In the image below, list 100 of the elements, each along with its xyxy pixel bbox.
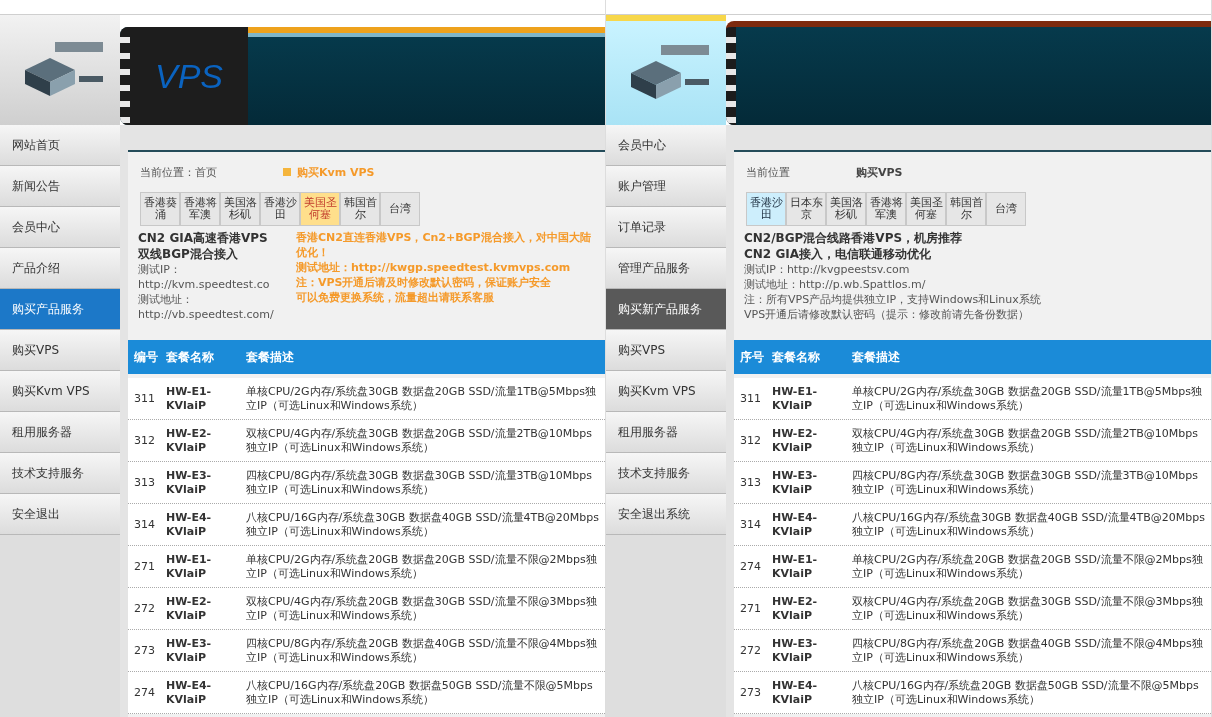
region-tab[interactable]: 美国洛杉矶 [220,192,260,226]
sidebar-item[interactable]: 技术支持服务 [0,453,120,494]
intro-heading: CN2 GIA接入，电信联通移动优化 [744,246,932,262]
table-cell-text: HW-E4-KVlaiP [166,510,213,539]
notice-text: 注：VPS开通后请及时修改默认密码，保证账户安全 [296,275,553,290]
table-cell-text: 274 [134,685,156,700]
region-tab[interactable]: 台湾 [380,192,420,226]
table-cell-text: 311 [740,391,762,406]
table-cell-text: HW-E2-KVlaiP [166,426,213,455]
sidebar-item[interactable]: 租用服务器 [606,412,726,453]
table-cell-text: HW-E1-KVlaiP [166,552,213,581]
table-cell-text: 双核CPU/4G内存/系统盘20GB 数据盘30GB SSD/流量不限@3Mbps独立IP（可选Linux和Windows系统） [246,594,598,623]
sidebar-item[interactable]: 账户管理 [606,166,726,207]
intro-heading: CN2 GIA高速香港VPS [138,230,269,246]
table-cell-text: 271 [740,601,762,616]
table-cell-text: HW-E3-KVlaiP [166,468,213,497]
table-cell-text: HW-E4-KVlaiP [772,678,819,707]
table-cell-text: 八核CPU/16G内存/系统盘30GB 数据盘40GB SSD/流量4TB@20Mbps独立IP（可选Linux和Windows系统） [852,510,1206,539]
table-cell-text: HW-E1-KVlaiP [772,552,819,581]
intro-text: 注：所有VPS产品均提供独立IP，支持Windows和Linux系统 [744,292,1042,307]
table-cell-text: 四核CPU/8G内存/系统盘30GB 数据盘30GB SSD/流量3TB@10Mbps独立IP（可选Linux和Windows系统） [246,468,594,497]
sidebar-item[interactable]: 安全退出系统 [606,494,726,535]
table-cell-text: 272 [134,601,156,616]
sidebar-item[interactable]: 购买产品服务 [0,289,120,330]
table-cell-text: 313 [740,475,762,490]
sidebar-item[interactable]: 购买新产品服务 [606,289,726,330]
table-cell-text: 272 [740,643,762,658]
table-cell-text: 311 [134,391,156,406]
intro-heading: 双线BGP混合接入 [138,246,239,262]
intro-text: VPS开通后请修改默认密码（提示：修改前请先备份数据） [744,307,1031,322]
intro-text: 测试地址：http://p.wb.Spattlos.m/ [744,277,927,292]
sidebar-item[interactable]: 会员中心 [606,125,726,166]
sidebar-item[interactable]: 订单记录 [606,207,726,248]
notice-text: 测试地址：http://kwgp.speedtest.kvmvps.com [296,260,572,275]
table-cell-text: 双核CPU/4G内存/系统盘30GB 数据盘20GB SSD/流量2TB@10Mbps独立IP（可选Linux和Windows系统） [852,426,1200,455]
table-cell-text: HW-E4-KVlaiP [772,510,819,539]
sidebar-item[interactable]: 购买VPS [0,330,120,371]
sidebar-item[interactable]: 技术支持服务 [606,453,726,494]
breadcrumb-current: 购买VPS [856,164,903,180]
region-tab[interactable]: 美国洛杉矶 [826,192,866,226]
region-tab[interactable]: 香港沙田 [260,192,300,226]
notice-text: 可以免费更换系统，流量超出请联系客服 [296,290,495,305]
table-cell-text: HW-E3-KVlaiP [772,468,819,497]
table-cell-text: 八核CPU/16G内存/系统盘30GB 数据盘40GB SSD/流量4TB@20Mbps独立IP（可选Linux和Windows系统） [246,510,600,539]
table-cell-text: 313 [134,475,156,490]
region-tab[interactable]: 美国圣何塞 [300,192,340,226]
table-cell-text: 273 [740,685,762,700]
region-tab[interactable]: 日本东京 [786,192,826,226]
table-cell-text: 四核CPU/8G内存/系统盘20GB 数据盘40GB SSD/流量不限@4Mbps独立IP（可选Linux和Windows系统） [246,636,598,665]
table-cell-text: 八核CPU/16G内存/系统盘20GB 数据盘50GB SSD/流量不限@5Mbps独立IP（可选Linux和Windows系统） [852,678,1200,707]
sidebar-item[interactable]: 购买Kvm VPS [0,371,120,412]
column-header: 套餐描述 [246,348,295,366]
sidebar-item[interactable]: 租用服务器 [0,412,120,453]
region-tab[interactable]: 香港葵涌 [140,192,180,226]
region-tab[interactable]: 香港将军澳 [180,192,220,226]
breadcrumb-text: 当前位置：首页 [140,164,217,180]
site-title: VPS [154,56,223,96]
sidebar-item[interactable]: 新闻公告 [0,166,120,207]
table-cell-text: 八核CPU/16G内存/系统盘20GB 数据盘50GB SSD/流量不限@5Mbps独立IP（可选Linux和Windows系统） [246,678,594,707]
region-tab[interactable]: 韩国首尔 [340,192,380,226]
region-tab[interactable]: 韩国首尔 [946,192,986,226]
sidebar-item[interactable]: 产品介绍 [0,248,120,289]
sidebar-item[interactable]: 购买Kvm VPS [606,371,726,412]
region-tab[interactable]: 香港将军澳 [866,192,906,226]
region-tab[interactable]: 香港沙田 [746,192,786,226]
table-cell-text: 四核CPU/8G内存/系统盘30GB 数据盘30GB SSD/流量3TB@10Mbps独立IP（可选Linux和Windows系统） [852,468,1200,497]
intro-text: 测试IP：http://kvgpeestsv.com [744,262,911,277]
table-cell-text: 四核CPU/8G内存/系统盘20GB 数据盘40GB SSD/流量不限@4Mbps独立IP（可选Linux和Windows系统） [852,636,1204,665]
table-cell-text: 双核CPU/4G内存/系统盘30GB 数据盘20GB SSD/流量2TB@10Mbps独立IP（可选Linux和Windows系统） [246,426,594,455]
sidebar-item[interactable]: 网站首页 [0,125,120,166]
table-cell-text: 单核CPU/2G内存/系统盘30GB 数据盘20GB SSD/流量1TB@5Mbps独立IP（可选Linux和Windows系统） [246,384,598,413]
sidebar-item[interactable]: 会员中心 [0,207,120,248]
table-cell-text: 314 [134,517,156,532]
table-cell-text: 双核CPU/4G内存/系统盘20GB 数据盘30GB SSD/流量不限@3Mbps独立IP（可选Linux和Windows系统） [852,594,1204,623]
table-cell-text: HW-E2-KVlaiP [772,426,819,455]
column-header: 套餐名称 [772,348,821,366]
table-cell-text: HW-E3-KVlaiP [166,636,213,665]
table-cell-text: HW-E1-KVlaiP [772,384,819,413]
table-cell-text: 单核CPU/2G内存/系统盘20GB 数据盘20GB SSD/流量不限@2Mbps独立IP（可选Linux和Windows系统） [852,552,1204,581]
table-cell-text: 314 [740,517,762,532]
breadcrumb-text: 当前位置 [746,164,790,180]
sidebar-item[interactable]: 购买VPS [606,330,726,371]
sidebar-item[interactable]: 管理产品服务 [606,248,726,289]
notice-text: 香港CN2直连香港VPS，Cn2+BGP混合接入，对中国大陆优化！ [296,230,592,260]
breadcrumb-current: 购买Kvm VPS [297,164,375,180]
table-cell-text: 单核CPU/2G内存/系统盘30GB 数据盘20GB SSD/流量1TB@5Mbps独立IP（可选Linux和Windows系统） [852,384,1204,413]
column-header: 套餐描述 [852,348,901,366]
table-cell-text: HW-E3-KVlaiP [772,636,819,665]
table-cell-text: 312 [134,433,156,448]
table-cell-text: 单核CPU/2G内存/系统盘20GB 数据盘20GB SSD/流量不限@2Mbps独立IP（可选Linux和Windows系统） [246,552,598,581]
intro-heading: CN2/BGP混合线路香港VPS，机房推荐 [744,230,964,246]
table-cell-text: HW-E2-KVlaiP [772,594,819,623]
column-header: 编号 [134,348,159,366]
table-cell-text: 274 [740,559,762,574]
table-cell-text: 271 [134,559,156,574]
column-header: 序号 [740,348,765,366]
region-tab[interactable]: 台湾 [986,192,1026,226]
region-tab[interactable]: 美国圣何塞 [906,192,946,226]
sidebar-item[interactable]: 安全退出 [0,494,120,535]
table-cell-text: HW-E1-KVlaiP [166,384,213,413]
